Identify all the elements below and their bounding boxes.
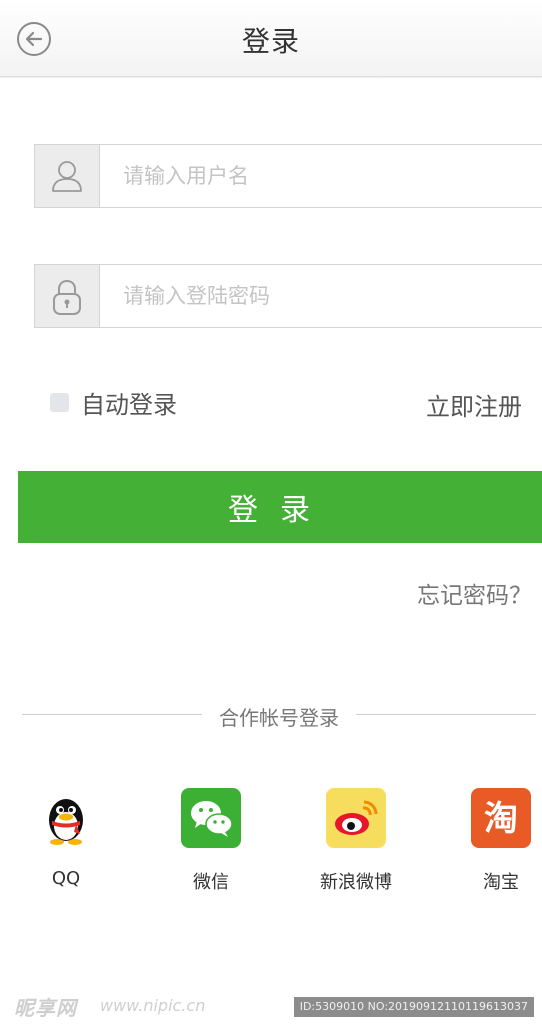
username-field bbox=[34, 144, 542, 208]
qq-penguin-icon bbox=[36, 788, 96, 848]
watermark-logo: 昵享网 bbox=[14, 996, 77, 1020]
social-label: 微信 bbox=[193, 872, 229, 893]
login-button[interactable]: 登录 bbox=[18, 471, 542, 543]
password-field bbox=[34, 264, 542, 328]
watermark: 昵享网 www.nipic.cn ID:5309010 NO:201909121… bbox=[0, 988, 542, 1024]
social-label: 淘宝 bbox=[483, 872, 519, 893]
social-login-wechat[interactable]: 微信 bbox=[161, 788, 261, 894]
auto-login-row[interactable]: 自动登录 bbox=[50, 385, 177, 419]
watermark-id: ID:5309010 NO:20190912110119613037 bbox=[293, 997, 534, 1017]
username-icon-box bbox=[35, 145, 100, 207]
password-input[interactable] bbox=[99, 265, 539, 327]
taobao-icon: 淘 bbox=[471, 788, 531, 848]
social-label: 新浪微博 bbox=[320, 872, 392, 893]
auto-login-checkbox[interactable] bbox=[50, 392, 69, 412]
social-login-qq[interactable]: QQ bbox=[16, 788, 116, 889]
page-title: 登录 bbox=[241, 25, 300, 58]
social-login-taobao[interactable]: 淘 淘宝 bbox=[451, 788, 542, 894]
user-icon bbox=[52, 161, 82, 192]
weibo-icon bbox=[326, 788, 386, 848]
social-label: QQ bbox=[51, 868, 81, 889]
forgot-password-link[interactable]: 忘记密码？ bbox=[417, 576, 532, 610]
auto-login-label: 自动登录 bbox=[81, 390, 177, 419]
watermark-url: www.nipic.cn bbox=[100, 996, 206, 1015]
wechat-icon bbox=[181, 788, 241, 848]
register-link[interactable]: 立即注册 bbox=[426, 387, 522, 422]
svg-text:淘: 淘 bbox=[484, 799, 518, 839]
header-bar: 登录 bbox=[0, 0, 542, 77]
password-icon-box bbox=[35, 265, 100, 327]
username-input[interactable] bbox=[99, 145, 539, 207]
social-login-weibo[interactable]: 新浪微博 bbox=[306, 788, 406, 894]
lock-icon bbox=[53, 279, 81, 315]
partner-login-divider: 合作帐号登录 bbox=[22, 700, 536, 730]
partner-login-title: 合作帐号登录 bbox=[219, 706, 339, 730]
